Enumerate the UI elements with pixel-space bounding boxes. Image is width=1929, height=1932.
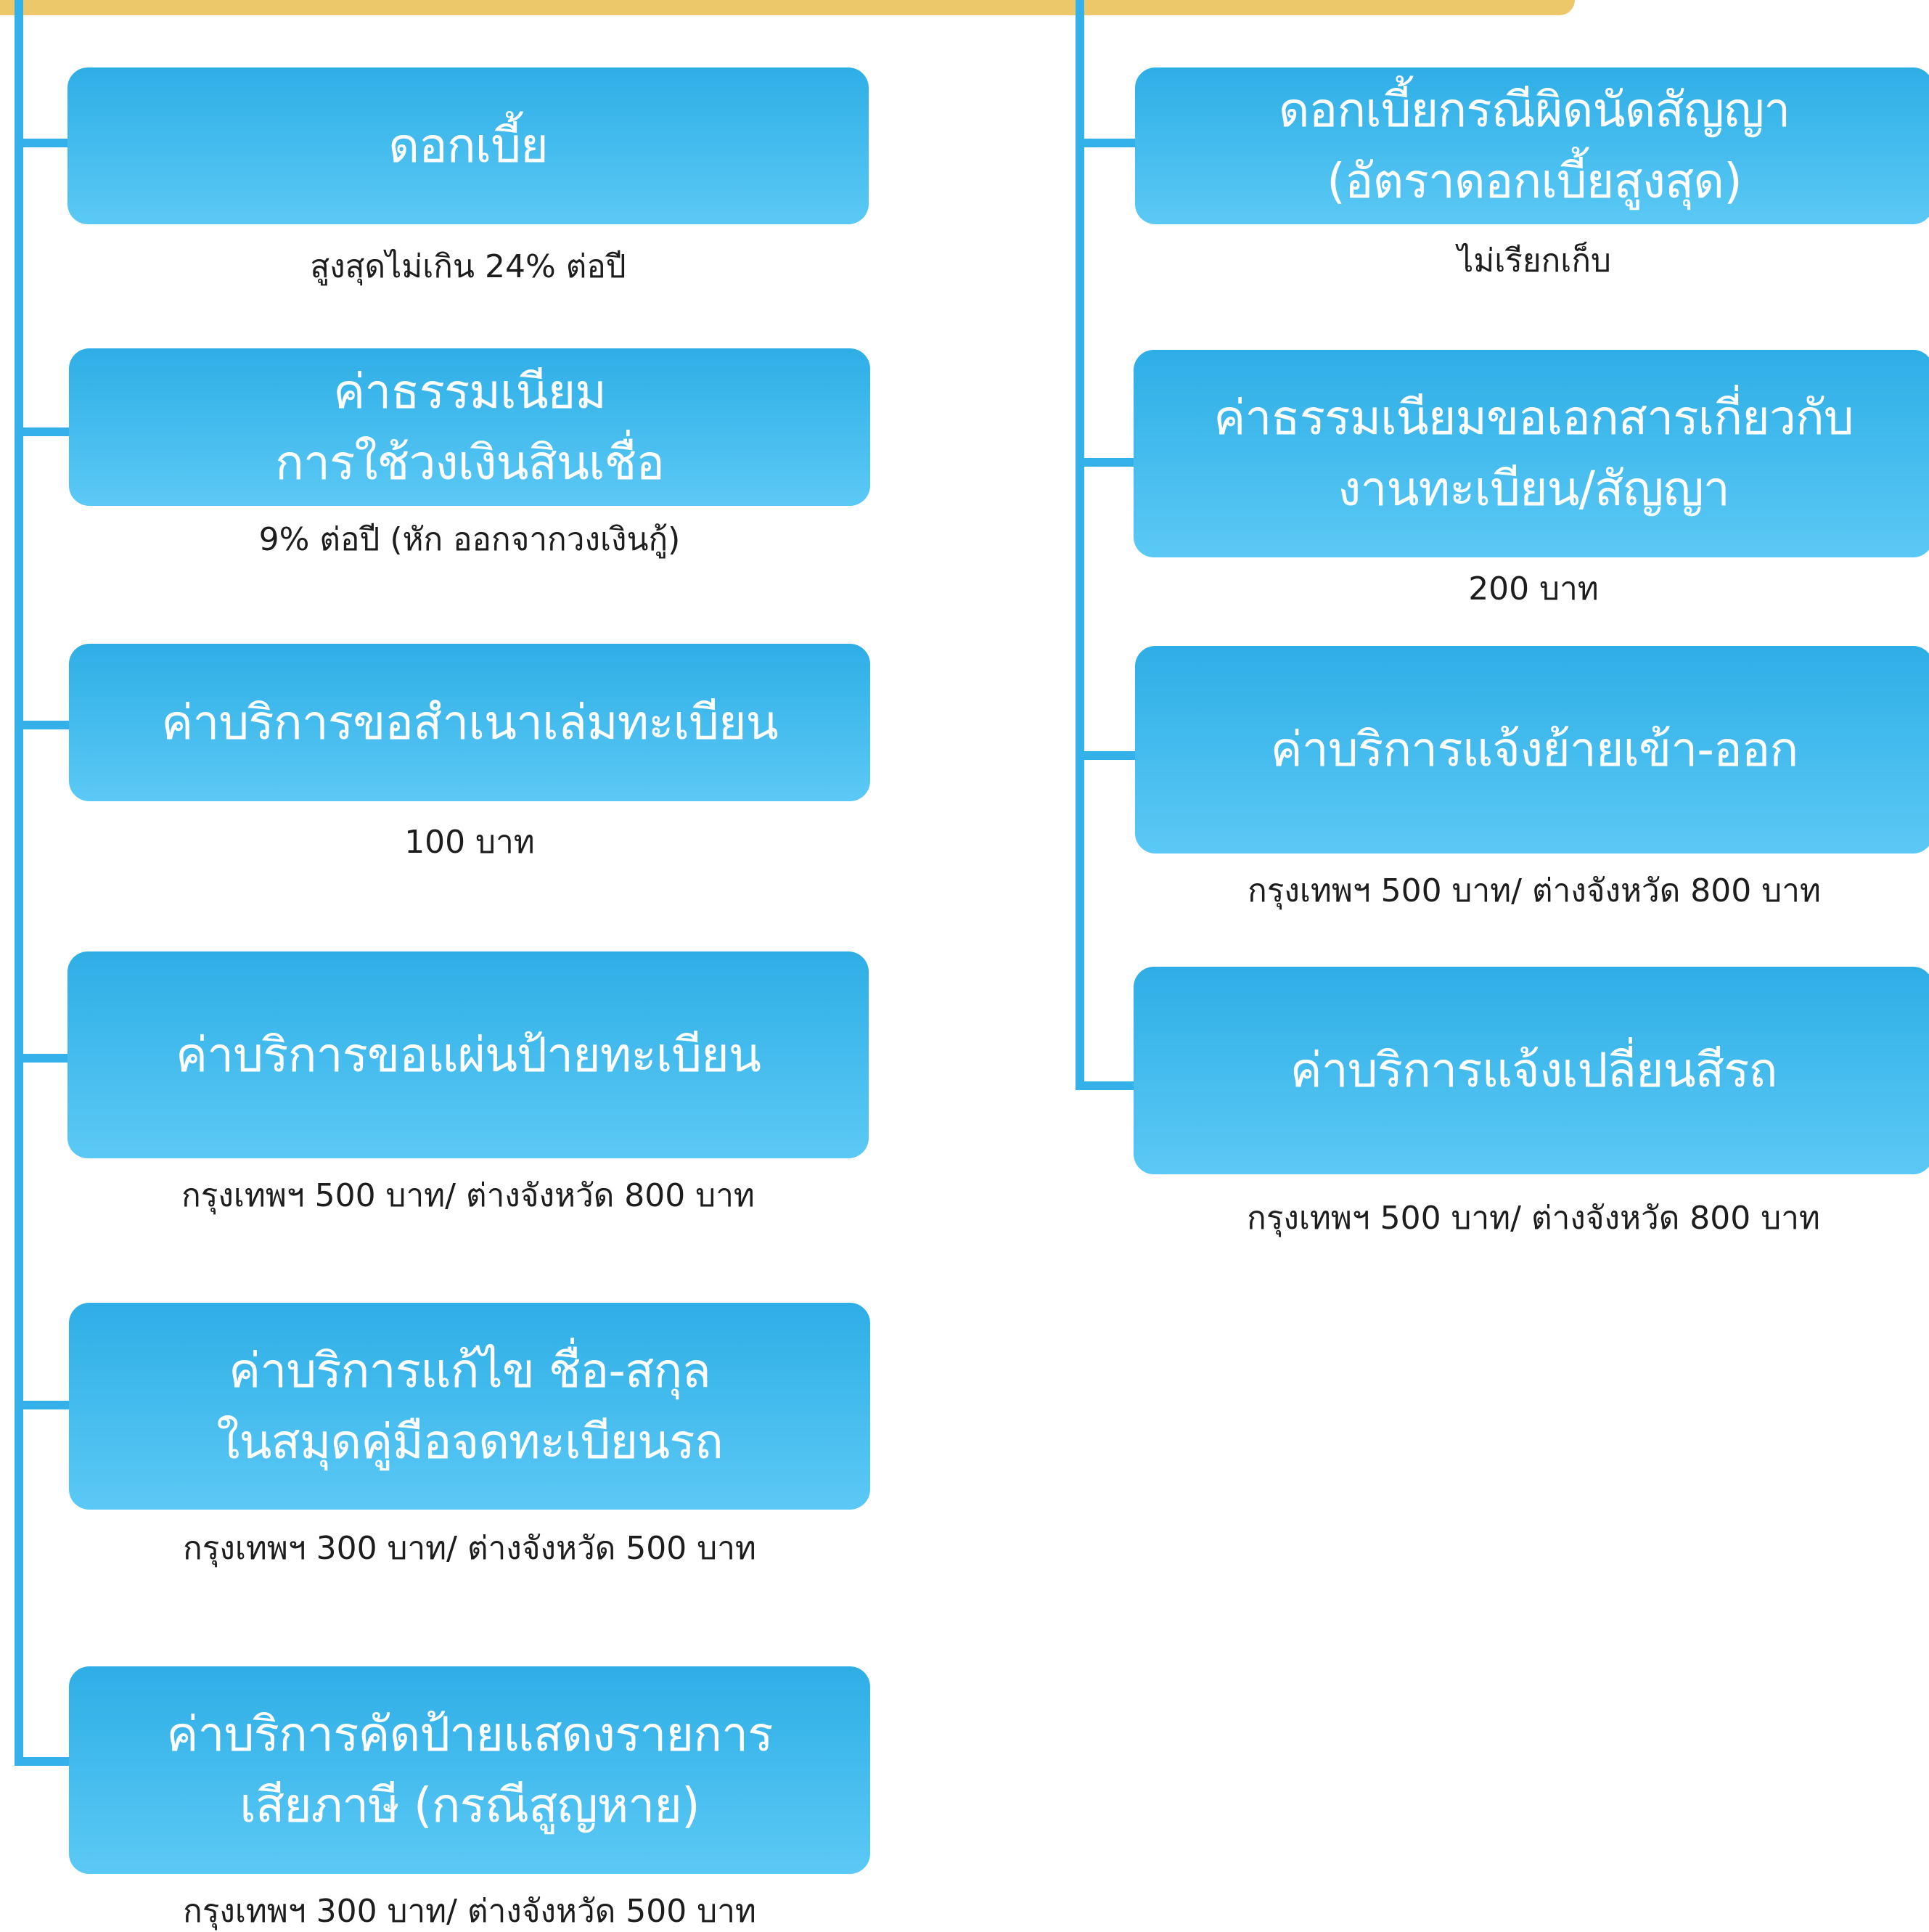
fee-note-color-change: กรุงเทพฯ 500 บาท/ ต่างจังหวัด 800 บาท bbox=[1247, 1200, 1820, 1237]
card-title-line: ค่าบริการแจ้งย้ายเข้า-ออก bbox=[1270, 721, 1799, 777]
fee-card-name-correction: ค่าบริการแก้ไข ชื่อ-สกุล ในสมุดคู่มือจดท… bbox=[69, 1303, 870, 1510]
fee-note-move-in-out: กรุงเทพฯ 500 บาท/ ต่างจังหวัด 800 บาท bbox=[1248, 872, 1821, 909]
header-bar bbox=[0, 0, 1575, 15]
fee-note-default-interest: ไม่เรียกเก็บ bbox=[1457, 242, 1611, 279]
card-title-line: เสียภาษี (กรณีสูญหาย) bbox=[239, 1777, 700, 1833]
left-branch-1 bbox=[15, 139, 69, 147]
fee-card-tax-sticker-copy: ค่าบริการคัดป้ายแสดงรายการ เสียภาษี (กรณ… bbox=[69, 1666, 870, 1874]
fee-card-credit-line-fee: ค่าธรรมเนียม การใช้วงเงินสินเชื่อ bbox=[69, 348, 870, 506]
left-branch-3 bbox=[15, 721, 69, 729]
fee-card-move-in-out: ค่าบริการแจ้งย้ายเข้า-ออก bbox=[1135, 646, 1929, 854]
fee-note-name-correction: กรุงเทพฯ 300 บาท/ ต่างจังหวัด 500 บาท bbox=[183, 1530, 756, 1567]
fee-card-document-request: ค่าธรรมเนียมขอเอกสารเกี่ยวกับ งานทะเบียน… bbox=[1134, 350, 1929, 557]
fee-card-interest: ดอกเบี้ย bbox=[67, 67, 869, 224]
card-title-line: ค่าธรรมเนียม bbox=[333, 363, 607, 419]
card-title-line: งานทะเบียน/สัญญา bbox=[1338, 461, 1730, 517]
fee-card-registration-copy: ค่าบริการขอสำเนาเล่มทะเบียน bbox=[69, 644, 870, 801]
card-title-line: ค่าบริการขอสำเนาเล่มทะเบียน bbox=[161, 694, 779, 750]
card-title-line: ค่าบริการแก้ไข ชื่อ-สกุล bbox=[229, 1342, 711, 1399]
fee-note-license-plate: กรุงเทพฯ 500 บาท/ ต่างจังหวัด 800 บาท bbox=[181, 1177, 755, 1214]
fee-card-license-plate: ค่าบริการขอแผ่นป้ายทะเบียน bbox=[67, 951, 869, 1158]
left-branch-5 bbox=[15, 1401, 69, 1409]
right-trunk-line bbox=[1076, 0, 1084, 1090]
right-branch-2 bbox=[1076, 458, 1135, 467]
left-branch-2 bbox=[15, 427, 69, 436]
fee-card-default-interest: ดอกเบี้ยกรณีผิดนัดสัญญา (อัตราดอกเบี้ยสู… bbox=[1135, 67, 1929, 224]
right-branch-3 bbox=[1076, 751, 1135, 760]
card-title-line: ค่าบริการขอแผ่นป้ายทะเบียน bbox=[176, 1026, 761, 1083]
right-branch-4 bbox=[1076, 1081, 1135, 1090]
card-title-line: การใช้วงเงินสินเชื่อ bbox=[274, 434, 665, 491]
right-branch-1 bbox=[1076, 139, 1135, 147]
fee-note-interest: สูงสุดไม่เกิน 24% ต่อปี bbox=[310, 248, 626, 285]
fee-note-document-request: 200 บาท bbox=[1468, 570, 1599, 607]
card-title-line: ค่าบริการแจ้งเปลี่ยนสีรถ bbox=[1290, 1042, 1778, 1098]
left-trunk-line bbox=[15, 0, 23, 1766]
fee-note-tax-sticker-copy: กรุงเทพฯ 300 บาท/ ต่างจังหวัด 500 บาท bbox=[183, 1893, 756, 1930]
left-branch-6 bbox=[15, 1757, 69, 1766]
fee-note-registration-copy: 100 บาท bbox=[404, 824, 535, 861]
card-title-line: ค่าธรรมเนียมขอเอกสารเกี่ยวกับ bbox=[1213, 390, 1854, 446]
left-branch-4 bbox=[15, 1054, 69, 1063]
fee-card-color-change: ค่าบริการแจ้งเปลี่ยนสีรถ bbox=[1134, 967, 1929, 1174]
card-title-line: ดอกเบี้ยกรณีผิดนัดสัญญา bbox=[1278, 82, 1791, 138]
card-title-line: ในสมุดคู่มือจดทะเบียนรถ bbox=[216, 1413, 723, 1470]
fee-note-credit-line-fee: 9% ต่อปี (หัก ออกจากวงเงินกู้) bbox=[258, 521, 681, 558]
card-title-line: ดอกเบี้ย bbox=[388, 118, 549, 173]
card-title-line: (อัตราดอกเบี้ยสูงสุด) bbox=[1327, 153, 1742, 209]
card-title-line: ค่าบริการคัดป้ายแสดงรายการ bbox=[166, 1706, 773, 1762]
